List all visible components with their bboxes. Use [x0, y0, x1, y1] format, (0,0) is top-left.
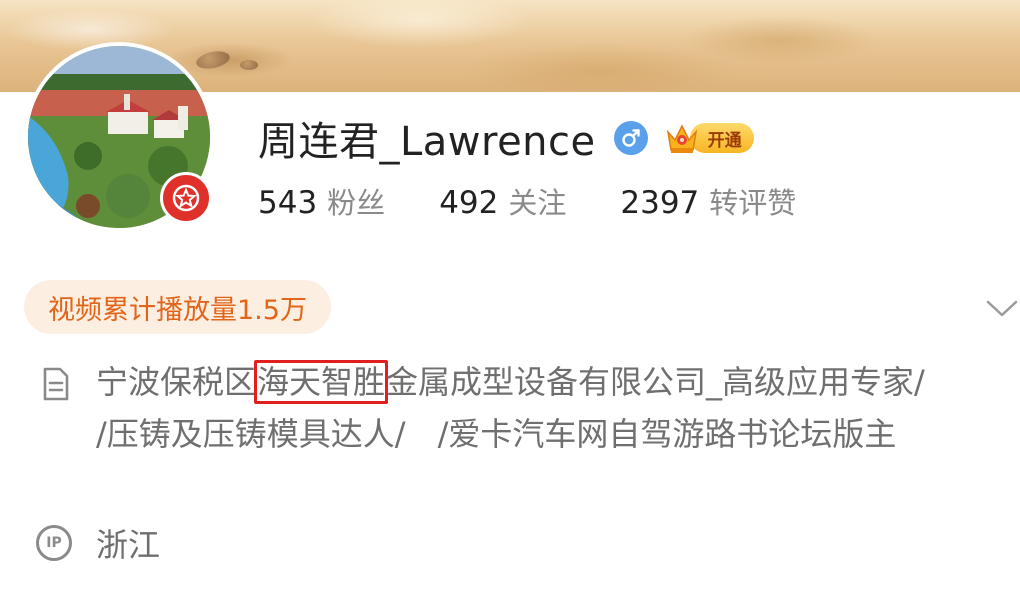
location-row: IP 浙江 — [36, 520, 160, 566]
star-badge-icon — [160, 172, 212, 224]
play-count-badge[interactable]: 视频累计播放量1.5万 — [24, 280, 331, 334]
stat-following[interactable]: 492 关注 — [439, 180, 566, 222]
stat-interactions[interactable]: 2397 转评赞 — [620, 180, 796, 222]
stats-row: 543 粉丝 492 关注 2397 转评赞 — [258, 180, 850, 222]
stat-value: 492 — [439, 185, 499, 221]
profile-page: 周连君_Lawrence 开通 543 粉丝 492 关注 2397 转评赞 视… — [0, 0, 1020, 607]
male-icon — [613, 121, 648, 155]
stat-label: 粉丝 — [327, 186, 386, 220]
stat-followers[interactable]: 543 粉丝 — [258, 180, 385, 222]
stat-value: 543 — [258, 185, 318, 221]
name-row: 周连君_Lawrence 开通 — [258, 110, 754, 166]
cover-decoration — [240, 60, 258, 70]
chevron-down-icon[interactable] — [984, 296, 1020, 320]
stat-value: 2397 — [620, 185, 700, 221]
stat-label: 关注 — [508, 186, 567, 220]
profile-name: 周连君_Lawrence — [258, 119, 596, 165]
description-text: 宁波保税区 — [96, 363, 257, 401]
vip-open-button[interactable]: 开通 — [664, 118, 754, 158]
profile-description: 宁波保税区海天智胜金属成型设备有限公司_高级应用专家/ /压铸及压铸模具达人/ … — [96, 356, 966, 460]
crown-icon — [666, 124, 697, 153]
location-value: 浙江 — [96, 526, 161, 564]
ip-icon: IP — [36, 525, 72, 561]
highlighted-company: 海天智胜 — [254, 360, 389, 404]
stat-label: 转评赞 — [709, 186, 797, 220]
document-icon — [40, 366, 72, 402]
cover-decoration — [194, 48, 232, 72]
